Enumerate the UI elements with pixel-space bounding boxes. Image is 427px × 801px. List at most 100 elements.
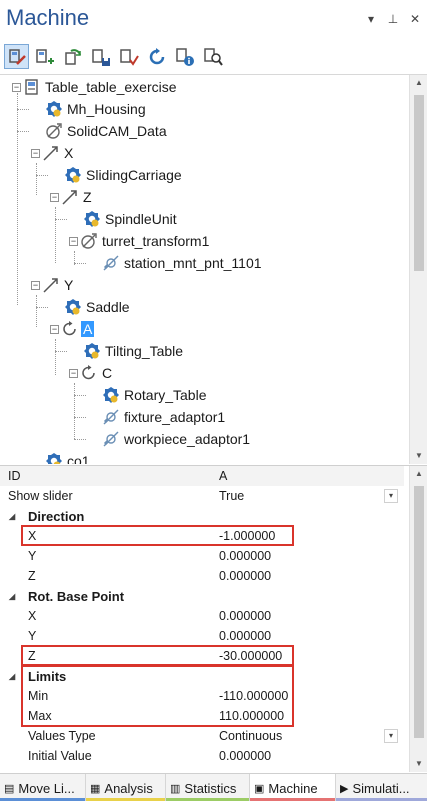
collapse-toggle[interactable]: − bbox=[50, 324, 59, 334]
tree-node-mh-housing[interactable]: Mh_Housing bbox=[45, 99, 148, 119]
tab-statistics[interactable]: ▥ Statistics bbox=[166, 774, 250, 801]
property-name: Initial Value bbox=[28, 749, 92, 763]
tree-node-label: Tilting_Table bbox=[105, 343, 184, 359]
tree-node-slidingcarriage[interactable]: SlidingCarriage bbox=[64, 165, 184, 185]
tree-node-tilting-table[interactable]: Tilting_Table bbox=[83, 341, 185, 361]
tree-node-spindleunit[interactable]: SpindleUnit bbox=[83, 209, 179, 229]
properties-scrollbar[interactable]: ▲ ▼ bbox=[409, 466, 427, 772]
tree-node-saddle[interactable]: Saddle bbox=[64, 297, 132, 317]
collapse-toggle[interactable]: − bbox=[12, 82, 21, 92]
property-value[interactable]: Continuous bbox=[219, 729, 282, 743]
tree-node-co1[interactable]: co1 bbox=[45, 451, 92, 464]
collapse-triangle-icon[interactable]: ◢ bbox=[9, 672, 15, 681]
property-row-direction-y[interactable]: Y 0.000000 bbox=[0, 546, 404, 566]
property-row-initial-value[interactable]: Initial Value 0.000000 bbox=[0, 746, 404, 766]
property-name: Values Type bbox=[28, 729, 96, 743]
scroll-up-arrow[interactable]: ▲ bbox=[410, 466, 427, 482]
tree-node-workpiece-adaptor1[interactable]: workpiece_adaptor1 bbox=[102, 429, 252, 449]
property-row-base-x[interactable]: X 0.000000 bbox=[0, 606, 404, 626]
tree-node-z[interactable]: − Z bbox=[50, 187, 94, 207]
dropdown-arrow-icon[interactable]: ▾ bbox=[384, 489, 398, 503]
property-name: Y bbox=[28, 629, 37, 643]
property-value[interactable]: True bbox=[219, 489, 244, 503]
refresh-button[interactable] bbox=[60, 44, 85, 69]
tree-connector bbox=[74, 417, 86, 418]
check-button[interactable] bbox=[116, 44, 141, 69]
tree-node-label-selected: A bbox=[81, 321, 95, 337]
property-value[interactable]: 0.000000 bbox=[219, 629, 271, 643]
collapse-triangle-icon[interactable]: ◢ bbox=[9, 592, 15, 601]
property-row-show-slider[interactable]: Show slider True ▾ bbox=[0, 486, 404, 506]
tree-node-y[interactable]: − Y bbox=[31, 275, 75, 295]
scroll-down-arrow[interactable]: ▼ bbox=[410, 756, 427, 772]
toolbar bbox=[4, 44, 225, 72]
scroll-up-arrow[interactable]: ▲ bbox=[410, 75, 427, 91]
tree-node-label: Z bbox=[83, 189, 92, 205]
add-item-button[interactable] bbox=[32, 44, 57, 69]
scroll-thumb[interactable] bbox=[414, 95, 424, 271]
tree-connector bbox=[74, 439, 86, 440]
rotate-button[interactable] bbox=[144, 44, 169, 69]
tree-node-rotary-table[interactable]: Rotary_Table bbox=[102, 385, 209, 405]
tree-node-x[interactable]: − X bbox=[31, 143, 75, 163]
tree-connector bbox=[17, 93, 18, 305]
property-name: Z bbox=[28, 569, 36, 583]
tab-label: Simulati... bbox=[352, 780, 410, 796]
category-rot-base-point[interactable]: ◢ Rot. Base Point bbox=[0, 586, 404, 606]
transform-icon bbox=[45, 122, 63, 140]
properties-grid: ID A Show slider True ▾ ◢ Direction X -1… bbox=[0, 465, 427, 772]
tree-connector bbox=[55, 351, 67, 352]
property-row-base-y[interactable]: Y 0.000000 bbox=[0, 626, 404, 646]
property-row-id[interactable]: ID A bbox=[0, 466, 404, 486]
scroll-thumb[interactable] bbox=[414, 486, 424, 738]
linear-axis-icon bbox=[42, 144, 60, 162]
scroll-down-arrow[interactable]: ▼ bbox=[410, 448, 427, 464]
property-value[interactable]: A bbox=[219, 469, 227, 483]
edit-machine-button[interactable] bbox=[4, 44, 29, 69]
check-icon bbox=[119, 48, 139, 66]
property-value[interactable]: 0.000000 bbox=[219, 569, 271, 583]
panel-pin-button[interactable]: ⊥ bbox=[387, 12, 399, 26]
property-value[interactable]: 0.000000 bbox=[219, 609, 271, 623]
category-direction[interactable]: ◢ Direction bbox=[0, 506, 404, 526]
property-row-direction-z[interactable]: Z 0.000000 bbox=[0, 566, 404, 586]
tab-move-list[interactable]: ▤ Move Li... bbox=[0, 774, 86, 801]
save-button[interactable] bbox=[88, 44, 113, 69]
tree-node-table-table-exercise[interactable]: − Table_table_exercise bbox=[12, 77, 179, 97]
tree-connector bbox=[36, 175, 48, 176]
machine-tab-icon: ▣ bbox=[254, 782, 265, 795]
collapse-triangle-icon[interactable]: ◢ bbox=[9, 512, 15, 521]
mount-point-icon bbox=[102, 430, 120, 448]
tree-node-label: station_mnt_pnt_1101 bbox=[124, 255, 262, 271]
property-name: ID bbox=[8, 469, 21, 483]
tab-analysis[interactable]: ▦ Analysis bbox=[86, 774, 166, 801]
add-item-icon bbox=[35, 48, 54, 64]
tree-scrollbar[interactable]: ▲ ▼ bbox=[409, 75, 427, 464]
mount-point-icon bbox=[102, 408, 120, 426]
panel-close-button[interactable]: ✕ bbox=[409, 12, 421, 26]
tree-node-a[interactable]: − A bbox=[50, 319, 95, 339]
collapse-toggle[interactable]: − bbox=[31, 148, 40, 158]
info-button[interactable] bbox=[172, 44, 197, 69]
part-icon bbox=[64, 166, 82, 184]
tree-node-turret-transform1[interactable]: − turret_transform1 bbox=[69, 231, 211, 251]
search-button[interactable] bbox=[200, 44, 225, 69]
panel-menu-button[interactable]: ▾ bbox=[365, 12, 377, 26]
property-value[interactable]: 0.000000 bbox=[219, 549, 271, 563]
tree-node-station-mnt-pnt-1101[interactable]: station_mnt_pnt_1101 bbox=[102, 253, 264, 273]
property-value[interactable]: 0.000000 bbox=[219, 749, 271, 763]
property-row-values-type[interactable]: Values Type Continuous ▾ bbox=[0, 726, 404, 746]
tree-node-c[interactable]: − C bbox=[69, 363, 114, 383]
tab-simulation[interactable]: ▶ Simulati... bbox=[336, 774, 427, 801]
linear-axis-icon bbox=[61, 188, 79, 206]
bottom-tab-bar: ▤ Move Li... ▦ Analysis ▥ Statistics ▣ M… bbox=[0, 773, 427, 801]
dropdown-arrow-icon[interactable]: ▾ bbox=[384, 729, 398, 743]
tree-node-fixture-adaptor1[interactable]: fixture_adaptor1 bbox=[102, 407, 227, 427]
tree-node-solidcam-data[interactable]: SolidCAM_Data bbox=[45, 121, 169, 141]
tab-machine[interactable]: ▣ Machine bbox=[250, 774, 336, 801]
collapse-toggle[interactable]: − bbox=[69, 368, 78, 378]
collapse-toggle[interactable]: − bbox=[69, 236, 78, 246]
collapse-toggle[interactable]: − bbox=[50, 192, 59, 202]
tree-node-label: Saddle bbox=[86, 299, 130, 315]
collapse-toggle[interactable]: − bbox=[31, 280, 40, 290]
